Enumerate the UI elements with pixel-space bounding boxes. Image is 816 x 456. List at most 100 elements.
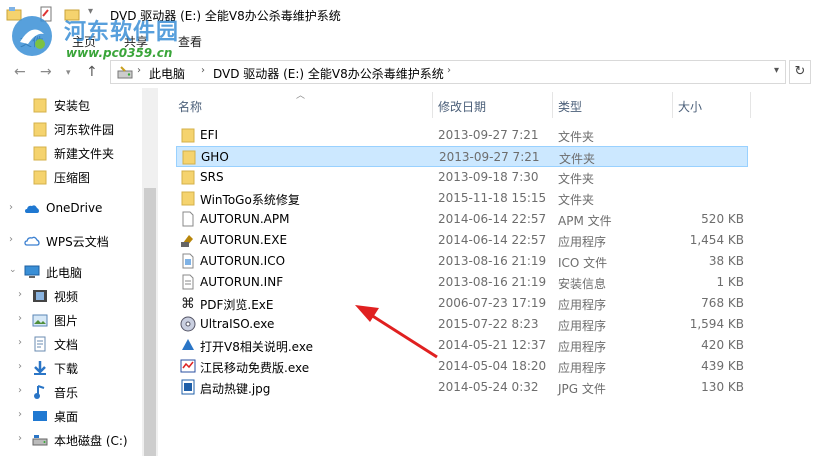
- file-row[interactable]: ⌘ PDF浏览.ExE 2006-07-23 17:19 应用程序 768 KB: [176, 293, 748, 314]
- tab-view[interactable]: 查看: [178, 33, 202, 50]
- nav-pane-scrollbar[interactable]: [142, 88, 158, 456]
- chevron-right-icon[interactable]: ›: [18, 337, 22, 348]
- file-row[interactable]: AUTORUN.INF 2013-08-16 21:19 安装信息 1 KB: [176, 272, 748, 293]
- nav-item-videos[interactable]: › 视频: [0, 285, 144, 307]
- folder-icon: [33, 122, 47, 137]
- file-row[interactable]: AUTORUN.ICO 2013-08-16 21:19 ICO 文件 38 KB: [176, 251, 748, 272]
- nav-label: 河东软件园: [54, 123, 115, 137]
- file-size: 439 KB: [701, 359, 744, 373]
- file-size: 520 KB: [701, 212, 744, 226]
- file-row[interactable]: 打开V8相关说明.exe 2014-05-21 12:37 应用程序 420 KB: [176, 335, 748, 356]
- nav-item-pictures[interactable]: › 图片: [0, 309, 144, 331]
- file-row[interactable]: 江民移动免费版.exe 2014-05-04 18:20 应用程序 439 KB: [176, 356, 748, 377]
- recent-locations-icon[interactable]: ▾: [66, 68, 71, 78]
- folder-icon: [180, 169, 196, 185]
- nav-item-quick-4[interactable]: 压缩图: [0, 166, 144, 188]
- nav-item-local-disk-c[interactable]: › 本地磁盘 (C:): [0, 429, 144, 451]
- nav-label: 下载: [54, 362, 79, 376]
- nav-label: 图片: [54, 314, 79, 328]
- sort-ascending-icon: ︿: [296, 91, 306, 101]
- file-row[interactable]: GHO 2013-09-27 7:21 文件夹: [176, 146, 748, 167]
- chevron-right-icon[interactable]: ›: [18, 409, 22, 420]
- nav-item-quick-2[interactable]: 河东软件园: [0, 118, 144, 140]
- nav-item-wps[interactable]: › WPS云文档: [0, 230, 144, 252]
- file-type: 应用程序: [558, 319, 607, 333]
- nav-item-this-pc[interactable]: ⌄ 此电脑: [0, 261, 144, 283]
- file-date: 2013-09-27 7:21: [438, 128, 539, 142]
- file-row[interactable]: AUTORUN.APM 2014-06-14 22:57 APM 文件 520 KB: [176, 209, 748, 230]
- breadcrumb-this-pc[interactable]: 此电脑: [149, 65, 185, 82]
- file-row[interactable]: AUTORUN.EXE 2014-06-14 22:57 应用程序 1,454 KB: [176, 230, 748, 251]
- nav-item-quick-1[interactable]: 安装包: [0, 94, 144, 116]
- file-row[interactable]: 启动热键.jpg 2014-05-24 0:32 JPG 文件 130 KB: [176, 377, 748, 398]
- watermark-text: 河东软件园: [64, 20, 180, 45]
- file-row[interactable]: SRS 2013-09-18 7:30 文件夹: [176, 167, 748, 188]
- pictures-icon: [32, 314, 48, 327]
- file-type: APM 文件: [558, 214, 612, 228]
- file-row[interactable]: EFI 2013-09-27 7:21 文件夹: [176, 125, 748, 146]
- chevron-right-icon[interactable]: ›: [18, 361, 22, 372]
- nav-label: OneDrive: [46, 201, 103, 215]
- chevron-right-icon[interactable]: ›: [9, 234, 13, 245]
- file-date: 2006-07-23 17:19: [438, 296, 547, 310]
- file-type: 文件夹: [558, 130, 595, 144]
- file-size: 130 KB: [701, 380, 744, 394]
- nav-label: WPS云文档: [46, 235, 109, 249]
- cloud-outline-icon: [24, 236, 40, 246]
- breadcrumb-separator-icon: ›: [137, 65, 141, 76]
- column-header-name[interactable]: 名称: [178, 98, 202, 115]
- file-name: 启动热键.jpg: [200, 382, 271, 396]
- file-row[interactable]: UltraISO.exe 2015-07-22 8:23 应用程序 1,594 KB: [176, 314, 748, 335]
- nav-item-desktop[interactable]: › 桌面: [0, 405, 144, 427]
- file-row[interactable]: WinToGo系统修复 2015-11-18 15:15 文件夹: [176, 188, 748, 209]
- cloud-icon: [25, 205, 39, 213]
- address-bar[interactable]: › 此电脑 › DVD 驱动器 (E:) 全能V8办公杀毒维护系统 › ▾: [110, 60, 786, 84]
- back-arrow-icon[interactable]: ←: [14, 64, 26, 80]
- file-name: 打开V8相关说明.exe: [200, 340, 313, 354]
- documents-icon: [34, 336, 46, 352]
- refresh-button[interactable]: ↻: [789, 60, 811, 84]
- forward-arrow-icon[interactable]: →: [40, 64, 52, 80]
- column-header-size[interactable]: 大小: [678, 98, 702, 115]
- chevron-right-icon[interactable]: ›: [9, 202, 13, 213]
- chevron-right-icon[interactable]: ›: [18, 433, 22, 444]
- chevron-right-icon[interactable]: ›: [18, 289, 22, 300]
- file-name: GHO: [201, 150, 229, 164]
- folder-icon: [33, 170, 47, 185]
- nav-label: 视频: [54, 290, 79, 304]
- svg-text:⌘: ⌘: [181, 296, 195, 311]
- column-header-type[interactable]: 类型: [558, 98, 582, 115]
- column-header-date[interactable]: 修改日期: [438, 98, 486, 115]
- breadcrumb-separator-icon: ›: [447, 65, 451, 76]
- chevron-right-icon[interactable]: ›: [18, 385, 22, 396]
- image-file-icon: [180, 379, 196, 395]
- file-date: 2013-08-16 21:19: [438, 254, 547, 268]
- file-date: 2015-11-18 15:15: [438, 191, 547, 205]
- chevron-right-icon[interactable]: ›: [18, 313, 22, 324]
- up-arrow-icon[interactable]: ↑: [86, 64, 98, 80]
- file-name: AUTORUN.APM: [200, 212, 290, 226]
- nav-label: 桌面: [54, 410, 79, 424]
- column-divider[interactable]: [552, 92, 553, 118]
- file-name: UltraISO.exe: [200, 317, 275, 331]
- nav-item-music[interactable]: › 音乐: [0, 381, 144, 403]
- breadcrumb-drive[interactable]: DVD 驱动器 (E:) 全能V8办公杀毒维护系统: [213, 65, 444, 82]
- file-date: 2014-06-14 22:57: [438, 233, 547, 247]
- nav-item-onedrive[interactable]: › OneDrive: [0, 198, 144, 220]
- file-type: 安装信息: [558, 277, 607, 291]
- file-date: 2015-07-22 8:23: [438, 317, 539, 331]
- scrollbar-thumb[interactable]: [144, 188, 156, 456]
- file-name: PDF浏览.ExE: [200, 298, 274, 312]
- nav-item-documents[interactable]: › 文档: [0, 333, 144, 355]
- column-divider[interactable]: [672, 92, 673, 118]
- nav-item-quick-3[interactable]: 新建文件夹: [0, 142, 144, 164]
- column-divider[interactable]: [432, 92, 433, 118]
- address-history-dropdown-icon[interactable]: ▾: [774, 65, 779, 76]
- file-type: 文件夹: [558, 193, 595, 207]
- column-divider[interactable]: [750, 92, 751, 118]
- nav-item-downloads[interactable]: › 下载: [0, 357, 144, 379]
- chevron-down-icon[interactable]: ⌄: [9, 265, 17, 275]
- file-type: ICO 文件: [558, 256, 608, 270]
- file-size: 1,454 KB: [689, 233, 744, 247]
- nav-label: 新建文件夹: [54, 147, 115, 161]
